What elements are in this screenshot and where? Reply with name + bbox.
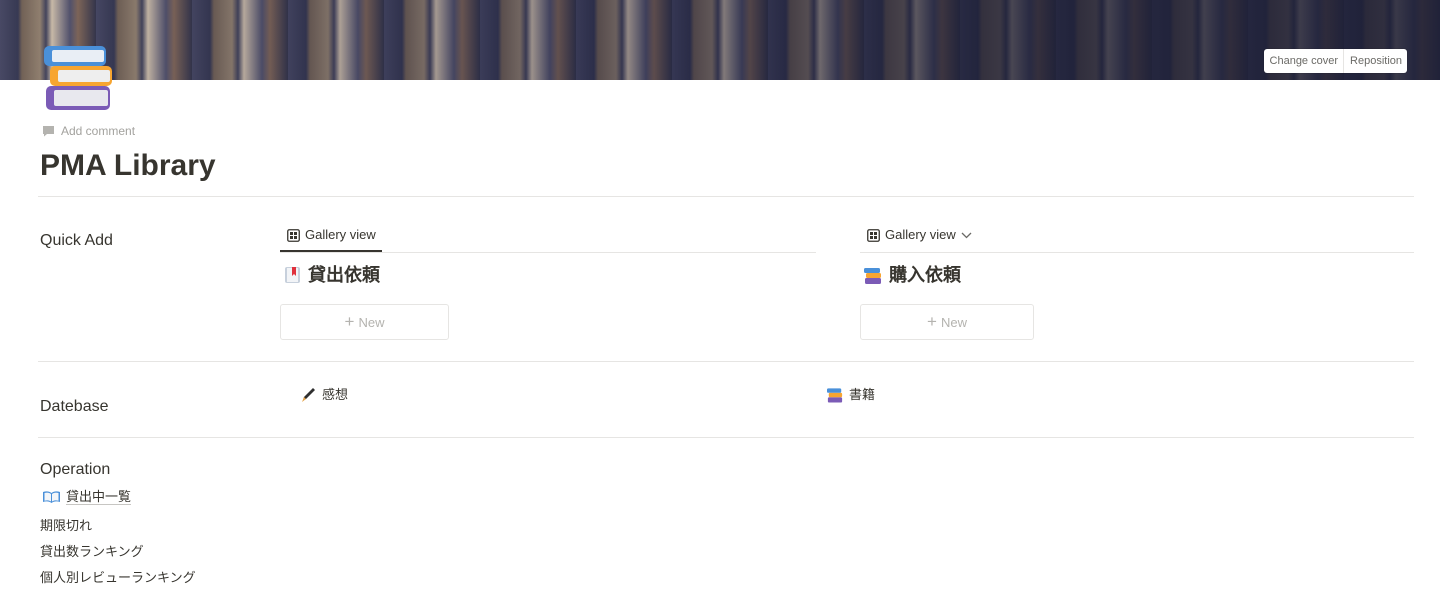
plus-icon: + (344, 312, 355, 331)
database-label: Datebase (40, 398, 109, 415)
change-cover-button[interactable]: Change cover (1264, 49, 1344, 73)
link-impressions[interactable]: 感想 (300, 387, 348, 403)
cover-image: Change cover Reposition (0, 0, 1440, 80)
page-title[interactable]: PMA Library (40, 148, 216, 184)
chevron-down-icon[interactable] (961, 231, 972, 239)
db-title-purchase-request[interactable]: 購入依頼 (864, 264, 961, 286)
pen-icon (302, 388, 315, 402)
divider (38, 196, 1414, 197)
operation-item-expired[interactable]: 期限切れ (40, 518, 92, 534)
operation-item-review-ranking[interactable]: 個人別レビューランキング (40, 570, 196, 586)
db-title-label: 貸出依頼 (308, 265, 380, 285)
link-on-loan-list[interactable]: 貸出中一覧 (42, 489, 132, 505)
quick-add-label: Quick Add (40, 232, 113, 249)
tab-gallery-view-left[interactable]: Gallery view (287, 227, 376, 243)
tab-gallery-view-right[interactable]: Gallery view (867, 227, 972, 243)
link-books[interactable]: 書籍 (827, 387, 875, 403)
comment-icon (43, 126, 54, 137)
db-title-loan-request[interactable]: 貸出依頼 (284, 264, 380, 286)
books-icon (827, 388, 843, 403)
tab-label: Gallery view (885, 227, 956, 242)
db-title-label: 購入依頼 (889, 265, 961, 285)
link-label: 感想 (322, 387, 349, 402)
new-label: New (358, 314, 385, 330)
reposition-button[interactable]: Reposition (1343, 49, 1407, 73)
new-card-button[interactable]: + New (860, 304, 1034, 340)
divider (38, 361, 1414, 362)
new-card-button[interactable]: + New (280, 304, 449, 340)
add-comment-button[interactable]: Add comment (42, 124, 135, 138)
link-label: 貸出中一覧 (66, 489, 132, 505)
tab-label: Gallery view (305, 227, 376, 242)
gallery-icon (287, 228, 300, 242)
view-divider (860, 252, 1414, 253)
books-icon (864, 267, 881, 284)
plus-icon: + (927, 312, 937, 331)
link-label: 書籍 (849, 387, 876, 402)
gallery-icon (867, 228, 880, 242)
new-label: New (940, 314, 967, 330)
bookmark-icon (285, 267, 300, 283)
operation-heading: Operation (40, 461, 111, 478)
operation-item-loan-ranking[interactable]: 貸出数ランキング (40, 544, 144, 560)
view-divider (280, 252, 816, 253)
add-comment-label: Add comment (61, 124, 136, 138)
open-book-icon (43, 491, 60, 503)
cover-controls: Change cover Reposition (1263, 49, 1407, 73)
page: Change cover Reposition Add comment PMA … (0, 0, 1440, 608)
books-icon[interactable] (42, 42, 114, 114)
divider (38, 437, 1414, 438)
